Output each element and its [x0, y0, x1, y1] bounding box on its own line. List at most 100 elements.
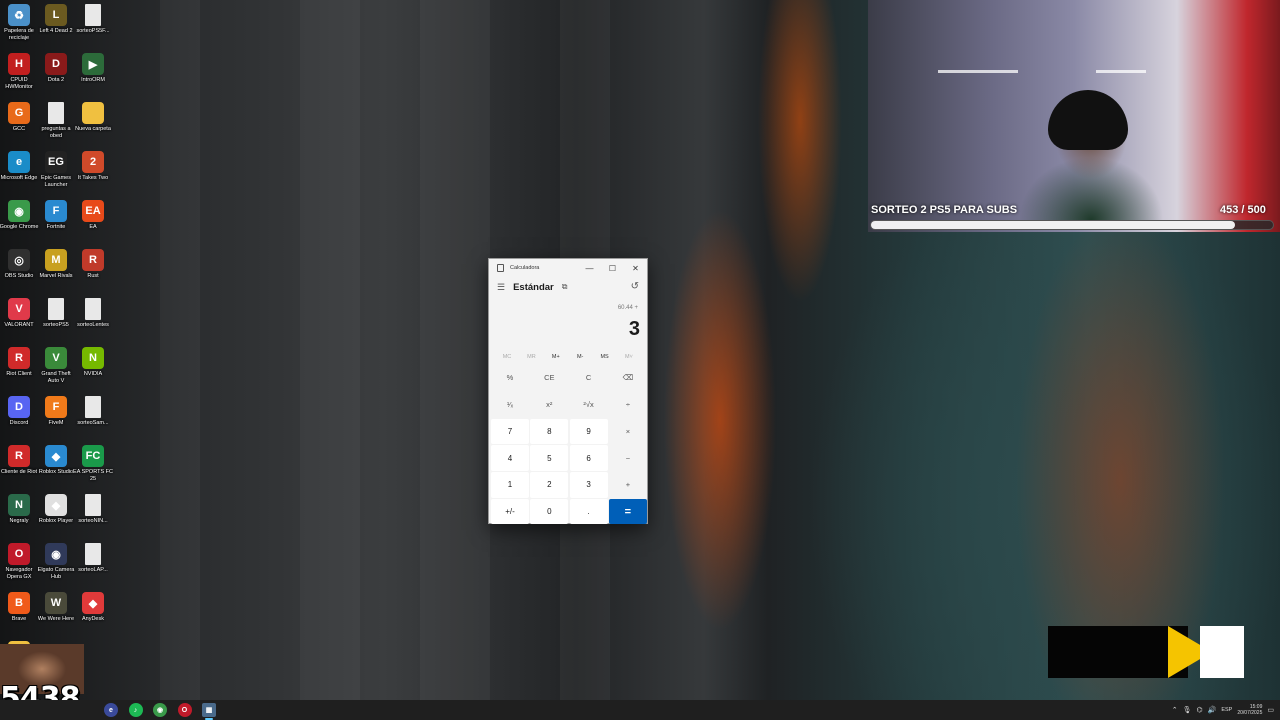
key-multiply-button[interactable]: ×	[608, 418, 647, 445]
key-negate-button[interactable]: +/-	[491, 498, 529, 525]
desktop-icon[interactable]: O Navegador Opera GX	[0, 543, 38, 590]
keep-on-top-icon[interactable]: ⧉	[562, 282, 568, 292]
clock-date: 20/07/2025	[1237, 710, 1263, 716]
key-divide-button[interactable]: ÷	[608, 391, 647, 418]
key-2-button[interactable]: 2	[530, 472, 569, 498]
history-icon[interactable]: ↺	[631, 281, 639, 292]
desktop-icon-grid: ♻ Papelera de reciclaje L Left 4 Dead 2 sort…	[0, 0, 115, 700]
desktop-icon[interactable]: ◉ Google Chrome	[0, 200, 38, 247]
desktop-icon[interactable]: L Left 4 Dead 2	[37, 4, 75, 51]
desktop-icon[interactable]: V VALORANT	[0, 298, 38, 345]
folder-icon	[82, 102, 104, 124]
desktop-icon-label: Google Chrome	[0, 224, 39, 230]
desktop-icon[interactable]: H CPUID HWMonitor	[0, 53, 38, 100]
taskbar-edge-icon[interactable]: e	[104, 703, 118, 717]
maximize-button[interactable]: ☐	[601, 259, 624, 277]
memory-store-button[interactable]: MS	[594, 354, 616, 360]
desktop-icon[interactable]: M Marvel Rivals	[37, 249, 75, 296]
chevron-up-icon[interactable]: ⌃	[1172, 706, 1178, 714]
taskbar-chrome-icon[interactable]: ◉	[153, 703, 167, 717]
desktop-icon[interactable]: ◆ AnyDesk	[74, 592, 112, 639]
desktop-icon-label: Navegador Opera GX	[5, 567, 33, 580]
desktop-icon[interactable]: sorteoNIN...	[74, 494, 112, 541]
desktop-icon[interactable]: D Dota 2	[37, 53, 75, 100]
mode-title: Estándar	[513, 281, 554, 293]
key-1-button[interactable]: 1	[491, 472, 529, 498]
desktop-icon[interactable]: preguntas a obed	[37, 102, 75, 149]
key-add-button[interactable]: +	[608, 472, 647, 498]
desktop-icon[interactable]: sorteoLentes	[74, 298, 112, 345]
memory-list-button[interactable]: M˅	[618, 354, 640, 360]
taskbar-calculator-icon[interactable]: ▦	[202, 703, 216, 720]
memory-subtract-button[interactable]: M-	[569, 354, 591, 360]
desktop-icon[interactable]: e Microsoft Edge	[0, 151, 38, 198]
desktop-icon[interactable]: ▶ IntroORM	[74, 53, 112, 100]
key-square-root-button[interactable]: ²√x	[569, 391, 608, 418]
notification-icon[interactable]: ▭	[1267, 706, 1274, 714]
desktop-icon-label: Elgato Camera Hub	[37, 567, 75, 580]
desktop-icon[interactable]: sorteoPS5	[37, 298, 75, 345]
desktop-icon[interactable]: ◉ Elgato Camera Hub	[37, 543, 75, 590]
key-9-button[interactable]: 9	[569, 418, 608, 445]
key-3-button[interactable]: 3	[569, 472, 608, 498]
key-4-button[interactable]: 4	[491, 445, 529, 471]
key-0-button[interactable]: 0	[530, 498, 569, 525]
desktop-icon[interactable]: FC EA SPORTS FC 25	[73, 445, 113, 492]
volume-icon[interactable]: 🔊	[1208, 706, 1217, 714]
riot-client-icon: R	[8, 445, 30, 467]
menu-icon[interactable]: ☰	[497, 282, 505, 293]
desktop-icon[interactable]: ◎ OBS Studio	[0, 249, 38, 296]
desktop-icon[interactable]: 2 It Takes Two	[74, 151, 112, 198]
taskbar-opera-gx-icon[interactable]: O	[177, 703, 192, 717]
taskbar-spotify-icon[interactable]: ♪	[128, 703, 143, 717]
key-equals-button[interactable]: =	[608, 498, 647, 525]
desktop-icon-label: Papelera de reciclaje	[4, 28, 34, 41]
clock[interactable]: 15:09 20/07/2025	[1237, 704, 1262, 716]
desktop-icon[interactable]: W We Were Here	[37, 592, 75, 639]
language-indicator[interactable]: ESP	[1221, 707, 1232, 713]
desktop-icon[interactable]: ♻ Papelera de reciclaje	[0, 4, 38, 51]
elgato-icon: ◉	[45, 543, 67, 565]
desktop-icon[interactable]: sorteoSam...	[74, 396, 112, 443]
memory-recall-button[interactable]: MR	[520, 354, 542, 360]
desktop-icon[interactable]: EG Epic Games Launcher	[37, 151, 75, 198]
memory-clear-button[interactable]: MC	[496, 354, 518, 360]
key-percent-button[interactable]: %	[491, 365, 529, 391]
key-subtract-button[interactable]: −	[608, 445, 647, 471]
desktop-icon[interactable]: Nueva carpeta	[74, 102, 112, 149]
close-button[interactable]: ✕	[624, 259, 647, 277]
desktop-icon[interactable]: R Rust	[74, 249, 112, 296]
desktop-icon[interactable]: F Fortnite	[37, 200, 75, 247]
key-decimal-button[interactable]: .	[569, 498, 608, 525]
network-icon[interactable]: ⌬	[1196, 706, 1202, 714]
microphone-icon[interactable]: 🎙	[1183, 706, 1192, 714]
key-5-button[interactable]: 5	[530, 445, 569, 471]
desktop-icon[interactable]: sorteoPS5F...	[74, 4, 112, 51]
key-backspace-button[interactable]: ⌫	[608, 365, 647, 391]
key-clear-entry-button[interactable]: CE	[530, 365, 569, 391]
key-8-button[interactable]: 8	[530, 418, 569, 445]
desktop-icon[interactable]: N Negraly	[0, 494, 38, 541]
desktop-icon[interactable]: V Grand Theft Auto V	[37, 347, 75, 394]
key-7-button[interactable]: 7	[491, 418, 529, 445]
key-6-button[interactable]: 6	[569, 445, 608, 471]
minimize-button[interactable]: —	[578, 259, 601, 277]
memory-add-button[interactable]: M+	[545, 354, 567, 360]
desktop-icon[interactable]: D Discord	[0, 396, 38, 443]
desktop-icon[interactable]: sorteoLAP...	[74, 543, 112, 590]
key-reciprocal-button[interactable]: ¹⁄ₓ	[491, 391, 529, 418]
desktop-icon[interactable]: G GCC	[0, 102, 38, 149]
desktop-icon-label: Nueva carpeta	[75, 126, 111, 132]
desktop-icon[interactable]: ◆ Roblox Player	[37, 494, 75, 541]
desktop-icon[interactable]: R Riot Client	[0, 347, 38, 394]
calculator-titlebar[interactable]: Calculadora — ☐ ✕	[489, 259, 647, 277]
desktop-icon[interactable]: EA EA	[74, 200, 112, 247]
desktop-icon[interactable]: ◆ Roblox Studio	[37, 445, 75, 492]
key-square-button[interactable]: x²	[530, 391, 569, 418]
key-clear-button[interactable]: C	[569, 365, 608, 391]
desktop-icon[interactable]: F FiveM	[37, 396, 75, 443]
desktop-icon[interactable]: B Brave	[0, 592, 38, 639]
desktop-icon[interactable]: N NVIDIA	[74, 347, 112, 394]
desktop-icon[interactable]: R Cliente de Riot	[0, 445, 38, 492]
calculator-window[interactable]: Calculadora — ☐ ✕ ☰ Estándar ⧉ ↺ 60.44 +…	[488, 258, 648, 525]
